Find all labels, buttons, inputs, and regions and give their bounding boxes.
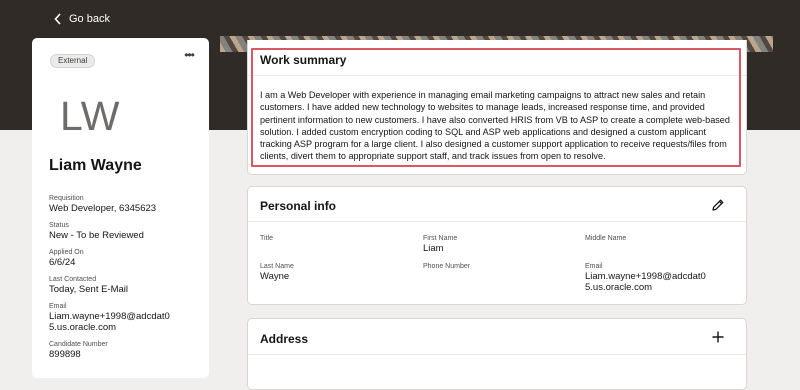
plus-icon[interactable] xyxy=(711,330,725,344)
field-value[interactable]: Liam.wayne+1998@adcdat05.us.oracle.com xyxy=(49,311,172,333)
email-field: Email Liam.wayne+1998@adcdat05.us.oracle… xyxy=(585,262,713,293)
phone-number-field: Phone Number xyxy=(423,262,470,271)
field-value: 6/6/24 xyxy=(49,257,76,268)
address-card: Address xyxy=(247,318,747,390)
status-field: Status New - To be Reviewed xyxy=(49,221,199,241)
chevron-left-icon xyxy=(54,13,61,25)
candidate-name: Liam Wayne xyxy=(49,157,142,174)
field-value: Liam xyxy=(423,243,444,254)
divider xyxy=(248,221,746,222)
first-name-field: First Name Liam xyxy=(423,234,457,254)
candidate-number-field: Candidate Number 899898 xyxy=(49,340,199,360)
go-back-link[interactable]: Go back xyxy=(54,11,110,27)
field-label: Requisition xyxy=(49,195,84,202)
last-contacted-field: Last Contacted Today, Sent E-Mail xyxy=(49,275,199,295)
applied-on-field: Applied On 6/6/24 xyxy=(49,248,199,268)
field-value: New - To be Reviewed xyxy=(49,230,144,241)
field-label: First Name xyxy=(423,235,458,242)
field-label: Email xyxy=(585,263,603,270)
field-label: Status xyxy=(49,222,69,229)
field-label: Last Name xyxy=(260,263,294,270)
field-label: Phone Number xyxy=(423,263,471,270)
title-field: Title xyxy=(260,234,273,243)
middle-name-field: Middle Name xyxy=(585,234,626,243)
go-back-label: Go back xyxy=(69,13,110,25)
pencil-icon[interactable] xyxy=(711,198,725,212)
last-name-field: Last Name Wayne xyxy=(260,262,294,282)
address-title: Address xyxy=(260,332,309,346)
field-value: Web Developer, 6345623 xyxy=(49,203,157,214)
requisition-field: Requisition Web Developer, 6345623 xyxy=(49,194,199,214)
field-value: 899898 xyxy=(49,349,81,360)
personal-info-title: Personal info xyxy=(260,199,337,213)
more-dots-icon[interactable]: ••• xyxy=(182,49,196,63)
candidate-card: External ••• LW Liam Wayne Requisition W… xyxy=(32,38,209,378)
field-label: Applied On xyxy=(49,249,84,256)
field-value: Today, Sent E-Mail xyxy=(49,284,129,295)
field-value: Wayne xyxy=(260,271,290,282)
field-label: Candidate Number xyxy=(49,341,108,348)
highlight-box xyxy=(251,48,741,167)
divider xyxy=(248,354,746,355)
personal-info-card: Personal info Title First Name Liam Midd… xyxy=(247,186,747,305)
field-label: Last Contacted xyxy=(49,276,97,283)
field-label: Email xyxy=(49,303,67,310)
field-label: Middle Name xyxy=(585,235,627,242)
candidate-type-badge: External xyxy=(50,54,96,68)
field-value[interactable]: Liam.wayne+1998@adcdat05.us.oracle.com xyxy=(585,271,713,293)
field-label: Title xyxy=(260,235,273,242)
avatar: LW xyxy=(60,93,121,139)
email-field: Email Liam.wayne+1998@adcdat05.us.oracle… xyxy=(49,302,172,333)
